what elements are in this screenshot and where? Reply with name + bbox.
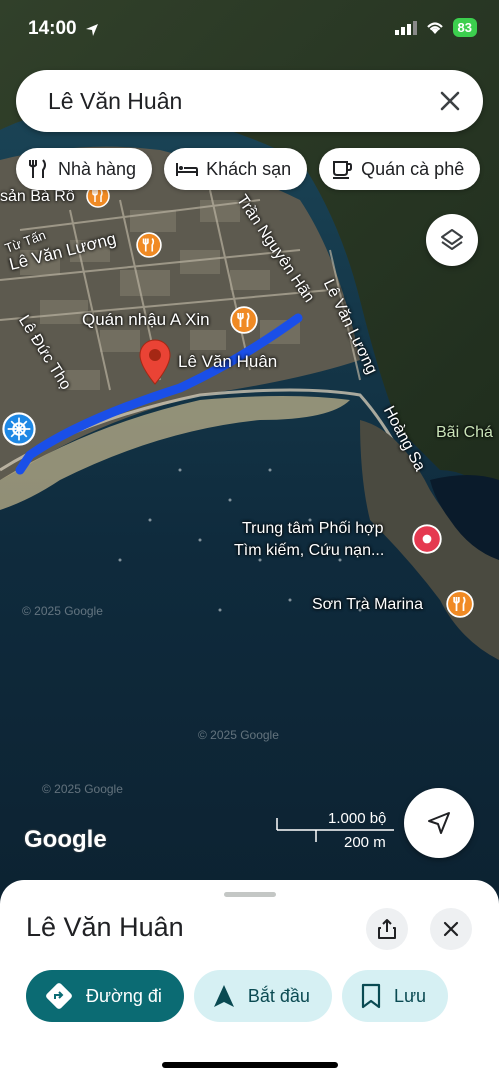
cellular-signal-icon	[394, 20, 417, 35]
chip-hotels[interactable]: Khách sạn	[164, 148, 308, 190]
map-scale: 1.000 bộ 200 m	[276, 810, 396, 852]
directions-label: Đường đi	[86, 985, 162, 1006]
place-title: Lê Văn Huân	[26, 912, 184, 942]
search-bar[interactable]: Lê Văn Huân	[16, 70, 483, 132]
start-button[interactable]: Bắt đầu	[193, 970, 332, 1022]
map-label-quan-nhau[interactable]: Quán nhậu A Xin	[82, 310, 210, 330]
wifi-icon	[426, 21, 443, 34]
share-button[interactable]	[366, 908, 408, 950]
map-pin-label[interactable]: Lê Văn Huân	[178, 352, 277, 372]
place-bottom-sheet[interactable]: Lê Văn Huân Đường đi Bắt đầu Lưu	[0, 880, 499, 1080]
layers-button[interactable]	[426, 214, 478, 266]
layers-icon	[441, 229, 463, 250]
bed-icon	[176, 163, 199, 176]
fork-knife-icon	[29, 159, 46, 178]
rescue-center-pin-icon[interactable]	[412, 524, 442, 554]
search-input[interactable]: Lê Văn Huân	[48, 88, 182, 115]
map-label-ba-ro: sản Bà Rô	[0, 188, 75, 205]
home-indicator	[162, 1062, 338, 1068]
status-time: 14:00	[28, 18, 77, 39]
close-icon[interactable]	[433, 84, 467, 118]
google-logo: Google	[24, 826, 107, 853]
map-label-trung-tam-2[interactable]: Tìm kiếm, Cứu nạn...	[234, 542, 384, 560]
map-label-son-tra[interactable]: Sơn Trà Marina	[312, 596, 423, 614]
status-bar: 14:00 83	[0, 0, 499, 60]
chip-restaurants[interactable]: Nhà hàng	[16, 148, 153, 190]
map-label-trung-tam-1[interactable]: Trung tâm Phối hợp	[242, 520, 384, 538]
marina-helm-icon[interactable]	[2, 412, 36, 446]
chip-label: Khách sạn	[206, 158, 292, 179]
bookmark-icon	[361, 983, 381, 1009]
restaurant-marker-icon[interactable]	[230, 306, 258, 334]
map-copyright: © 2025 Google	[22, 604, 103, 618]
directions-icon	[46, 983, 72, 1009]
restaurant-marker-icon[interactable]	[446, 590, 474, 618]
chip-label: Quán cà phê	[361, 158, 465, 179]
chip-cafes[interactable]: Quán cà phê	[319, 148, 481, 190]
location-pin-icon[interactable]	[138, 338, 172, 386]
battery-indicator: 83	[452, 18, 477, 37]
chip-label: Nhà hàng	[58, 158, 137, 179]
map-label-bai-cha: Bãi Chá	[436, 424, 493, 441]
close-sheet-button[interactable]	[430, 908, 472, 950]
save-button[interactable]: Lưu	[341, 970, 449, 1022]
map-copyright: © 2025 Google	[42, 782, 123, 796]
sheet-actions: Đường đi Bắt đầu Lưu	[26, 970, 449, 1022]
navigation-arrow-icon	[428, 812, 450, 834]
restaurant-marker-icon[interactable]	[136, 232, 162, 258]
map-copyright: © 2025 Google	[198, 728, 279, 742]
coffee-cup-icon	[333, 161, 353, 179]
navigation-arrow-icon	[213, 985, 234, 1007]
start-label: Bắt đầu	[247, 985, 310, 1006]
location-arrow-icon	[86, 24, 98, 36]
my-location-button[interactable]	[404, 788, 474, 858]
scale-label-top: 1.000 bộ	[328, 810, 387, 827]
directions-button[interactable]: Đường đi	[26, 970, 184, 1022]
category-chips: Nhà hàng Khách sạn Quán cà phê	[16, 148, 481, 190]
close-icon	[443, 921, 459, 937]
scale-label-bottom: 200 m	[344, 834, 386, 851]
share-icon	[378, 919, 396, 939]
save-label: Lưu	[393, 985, 427, 1006]
sheet-drag-handle[interactable]	[224, 892, 276, 897]
